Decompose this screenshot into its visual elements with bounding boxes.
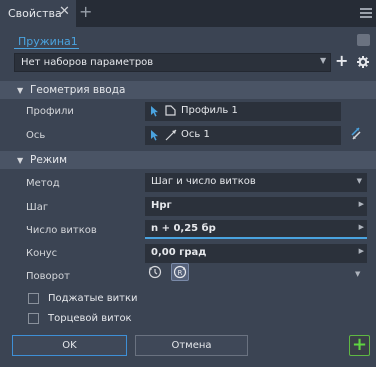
turns-label: Число витков (26, 225, 97, 236)
taper-label: Конус (26, 248, 58, 259)
flip-direction-icon[interactable] (349, 125, 363, 141)
chevron-right-icon[interactable]: ▶ (359, 247, 364, 255)
section-mode[interactable]: ▼ Режим (0, 151, 376, 169)
focus-underline (145, 237, 367, 239)
tab-properties[interactable]: Свойства ✕ (0, 0, 76, 27)
close-icon[interactable]: ✕ (59, 5, 70, 19)
add-tab-icon[interactable]: + (79, 3, 92, 21)
title-bar: Свойства ✕ + (0, 0, 376, 27)
chevron-right-icon[interactable]: ▶ (359, 223, 364, 231)
rotation-counterclockwise-button[interactable]: R (171, 263, 189, 281)
cancel-button[interactable]: Отмена (135, 335, 248, 356)
collapse-arrow-icon: ▼ (17, 156, 24, 165)
method-dropdown[interactable]: Шаг и число витков ▼ (145, 173, 367, 192)
pitch-label: Шаг (26, 202, 49, 213)
axis-icon (165, 129, 177, 141)
pitch-value: Hрг (151, 200, 172, 211)
svg-text:R: R (178, 269, 183, 277)
axis-value: Ось 1 (181, 129, 210, 140)
ground-ends-label: Торцевой виток (48, 313, 132, 324)
menu-icon[interactable] (360, 8, 372, 18)
taper-value: 0,00 град (151, 247, 207, 258)
rotation-label: Поворот (26, 271, 70, 282)
taper-input[interactable]: 0,00 град ▶ (145, 244, 367, 263)
feature-name-underline (14, 48, 79, 49)
closed-ends-checkbox[interactable] (28, 293, 39, 304)
properties-panel: Свойства ✕ + Пружина1 Нет наборов параме… (0, 0, 376, 367)
axis-label: Ось (26, 130, 46, 141)
counterclockwise-icon: R (173, 265, 187, 279)
preset-dropdown[interactable]: Нет наборов параметров ▼ (14, 53, 331, 72)
profiles-label: Профили (26, 106, 74, 117)
collapse-arrow-icon: ▼ (17, 86, 24, 95)
pitch-input[interactable]: Hрг ▶ (145, 197, 367, 216)
profiles-selector[interactable]: Профиль 1 (145, 102, 341, 121)
chevron-right-icon[interactable]: ▶ (359, 200, 364, 208)
section-input-geometry[interactable]: ▼ Геометрия ввода (0, 81, 376, 99)
add-preset-icon[interactable]: + (335, 51, 348, 71)
chevron-down-icon[interactable]: ▼ (355, 270, 360, 278)
profile-icon (165, 105, 176, 116)
tab-label: Свойства (8, 7, 62, 20)
collapse-panel-icon[interactable] (357, 34, 370, 46)
chevron-down-icon: ▼ (320, 56, 327, 65)
select-cursor-icon (151, 130, 158, 141)
apply-button[interactable]: + (349, 334, 370, 356)
profiles-value: Профиль 1 (181, 105, 238, 116)
chevron-down-icon: ▼ (356, 177, 362, 185)
select-cursor-icon (151, 106, 158, 117)
closed-ends-label: Поджатые витки (48, 293, 138, 304)
preset-value: Нет наборов параметров (21, 57, 154, 68)
section-title: Режим (30, 154, 67, 166)
feature-name[interactable]: Пружина1 (18, 35, 78, 48)
method-value: Шаг и число витков (151, 176, 256, 187)
plus-icon: + (351, 334, 368, 355)
clockwise-icon (148, 265, 162, 279)
turns-value: n + 0,25 бр (151, 223, 216, 234)
axis-selector[interactable]: Ось 1 (145, 126, 341, 145)
ok-label: OK (62, 340, 77, 351)
ground-ends-checkbox[interactable] (28, 313, 39, 324)
method-label: Метод (26, 178, 60, 189)
ok-button[interactable]: OK (12, 335, 127, 356)
rotation-clockwise-button[interactable] (146, 263, 164, 281)
cancel-label: Отмена (171, 340, 212, 351)
section-title: Геометрия ввода (30, 84, 126, 96)
